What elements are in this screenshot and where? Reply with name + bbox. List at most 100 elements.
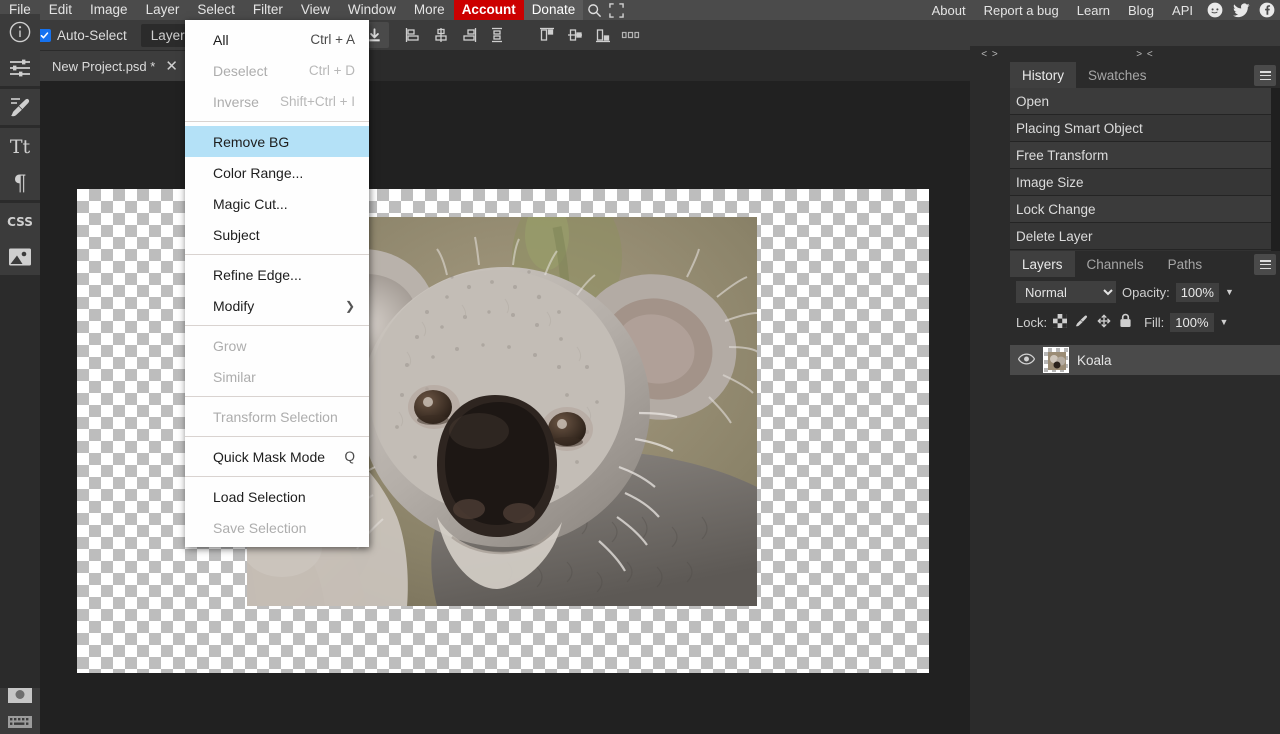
lock-transparency-icon[interactable] (1053, 314, 1067, 331)
tab-channels[interactable]: Channels (1075, 251, 1156, 277)
history-item[interactable]: Open (1010, 88, 1280, 115)
layer-row[interactable]: Koala (1010, 345, 1280, 375)
align-top-icon[interactable] (533, 22, 561, 48)
css-icon[interactable]: CSS (0, 203, 40, 239)
image-icon[interactable] (0, 239, 40, 275)
nav-api[interactable]: API (1163, 3, 1202, 18)
keyboard-shortcuts-button[interactable] (0, 709, 40, 734)
menu-filter[interactable]: Filter (244, 0, 292, 20)
menu-item-magic-cut[interactable]: Magic Cut... (185, 188, 369, 219)
tab-swatches[interactable]: Swatches (1076, 62, 1159, 88)
menu-item-label: Inverse (213, 94, 259, 110)
distribute-vertical-icon[interactable] (483, 22, 511, 48)
facebook-icon[interactable] (1254, 0, 1280, 20)
character-icon[interactable]: Tt (0, 128, 40, 164)
history-scrollbar[interactable] (1271, 88, 1280, 262)
lock-all-icon[interactable] (1119, 313, 1132, 331)
opacity-label: Opacity: (1122, 285, 1170, 300)
blend-mode-select[interactable]: Normal (1016, 281, 1116, 303)
document-tab-label: New Project.psd * (52, 59, 155, 74)
menu-window[interactable]: Window (339, 0, 405, 20)
menu-separator (185, 254, 369, 255)
lock-pixels-icon[interactable] (1075, 314, 1089, 331)
fill-caret-icon[interactable]: ▼ (1220, 317, 1229, 327)
menu-item-label: Deselect (213, 63, 267, 79)
history-item[interactable]: Placing Smart Object (1010, 115, 1280, 142)
rail-group-text: Tt ¶ (0, 128, 40, 200)
opacity-value[interactable]: 100% (1176, 283, 1219, 302)
collapse-panels-toggle[interactable]: > < (1010, 46, 1280, 62)
menu-layer[interactable]: Layer (137, 0, 189, 20)
twitter-icon[interactable] (1228, 0, 1254, 20)
nav-blog[interactable]: Blog (1119, 3, 1163, 18)
align-bottom-icon[interactable] (589, 22, 617, 48)
align-right-icon[interactable] (455, 22, 483, 48)
svg-text:CSS: CSS (7, 215, 33, 229)
menu-item-save-selection: Save Selection (185, 512, 369, 543)
menu-item-label: Modify (213, 298, 254, 314)
menu-separator (185, 476, 369, 477)
history-item[interactable]: Delete Layer (1010, 223, 1280, 250)
align-left-icon[interactable] (399, 22, 427, 48)
nav-report-a-bug[interactable]: Report a bug (975, 3, 1068, 18)
menu-image[interactable]: Image (81, 0, 137, 20)
menu-select[interactable]: Select (188, 0, 244, 20)
layers-panel-tabs: Layers Channels Paths (1010, 251, 1280, 277)
layer-thumbnail[interactable] (1043, 347, 1069, 373)
menu-item-remove-bg[interactable]: Remove BG (185, 126, 369, 157)
reddit-icon[interactable] (1202, 0, 1228, 20)
menu-item-transform-selection: Transform Selection (185, 401, 369, 432)
auto-select-checkbox[interactable]: Auto-Select (38, 28, 127, 43)
align-center-horizontal-icon[interactable] (427, 22, 455, 48)
document-tab[interactable]: New Project.psd * ✕ (40, 51, 188, 81)
history-item[interactable]: Lock Change (1010, 196, 1280, 223)
history-item[interactable]: Image Size (1010, 169, 1280, 196)
history-list[interactable]: Open Placing Smart Object Free Transform… (1010, 88, 1280, 250)
rail-group-info (0, 14, 40, 86)
close-icon[interactable]: ✕ (165, 59, 178, 74)
layer-name[interactable]: Koala (1077, 353, 1112, 368)
menu-item-all[interactable]: All Ctrl + A (185, 24, 369, 55)
paragraph-icon[interactable]: ¶ (0, 164, 40, 200)
menu-item-shortcut: Ctrl + A (310, 32, 355, 47)
fill-value[interactable]: 100% (1170, 313, 1213, 332)
info-icon[interactable] (0, 14, 40, 50)
adjustments-icon[interactable] (0, 50, 40, 86)
brush-settings-icon[interactable] (0, 89, 40, 125)
panel-menu-icon[interactable] (1254, 254, 1276, 275)
menu-edit[interactable]: Edit (40, 0, 81, 20)
menu-item-modify[interactable]: Modify ❯ (185, 290, 369, 321)
menu-item-shortcut: Shift+Ctrl + I (280, 94, 355, 109)
menu-item-load-selection[interactable]: Load Selection (185, 481, 369, 512)
rail-group-assets: CSS (0, 203, 40, 275)
menu-more[interactable]: More (405, 0, 454, 20)
canvas-area[interactable] (40, 81, 970, 734)
opacity-caret-icon[interactable]: ▼ (1225, 287, 1234, 297)
menu-account[interactable]: Account (454, 0, 524, 20)
menu-item-quick-mask-mode[interactable]: Quick Mask Mode Q (185, 441, 369, 472)
svg-text:Tt: Tt (10, 136, 31, 157)
eye-icon[interactable] (1018, 353, 1035, 368)
menu-item-refine-edge[interactable]: Refine Edge... (185, 259, 369, 290)
panel-menu-icon[interactable] (1254, 65, 1276, 86)
menu-donate[interactable]: Donate (524, 0, 584, 20)
lock-position-icon[interactable] (1097, 314, 1111, 331)
menu-item-color-range[interactable]: Color Range... (185, 157, 369, 188)
distribute-horizontal-icon[interactable] (617, 22, 645, 48)
menu-item-subject[interactable]: Subject (185, 219, 369, 250)
tab-paths[interactable]: Paths (1156, 251, 1215, 277)
layers-spacer (1010, 337, 1280, 345)
tab-layers[interactable]: Layers (1010, 251, 1075, 277)
nav-about[interactable]: About (923, 3, 975, 18)
menu-view[interactable]: View (292, 0, 339, 20)
nav-learn[interactable]: Learn (1068, 3, 1119, 18)
layers-panel: Layers Channels Paths Normal Opacity: 10… (1010, 251, 1280, 734)
collapse-rail-toggle[interactable]: < > (970, 46, 1010, 62)
fullscreen-icon[interactable] (605, 0, 627, 20)
menu-item-shortcut: Ctrl + D (309, 63, 355, 78)
tab-history[interactable]: History (1010, 62, 1076, 88)
history-item[interactable]: Free Transform (1010, 142, 1280, 169)
select-menu-dropdown[interactable]: All Ctrl + A Deselect Ctrl + D Inverse S… (185, 20, 369, 547)
align-middle-vertical-icon[interactable] (561, 22, 589, 48)
search-icon[interactable] (583, 0, 605, 20)
